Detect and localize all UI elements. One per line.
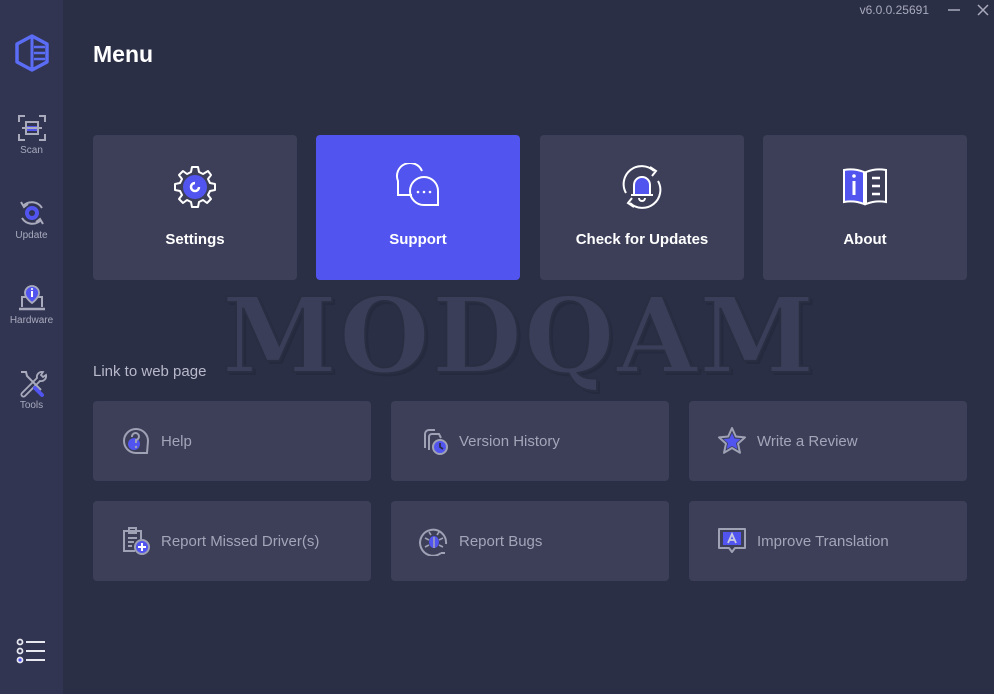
section-title: Link to web page [93,363,207,380]
card-label: Support [389,231,447,248]
minimize-icon [948,9,960,11]
app-logo-icon [15,34,49,72]
page-title: Menu [93,41,154,67]
version-history-link[interactable]: Version History [391,401,669,481]
sidebar-item-tools[interactable]: Tools [0,368,63,411]
link-label: Report Missed Driver(s) [161,532,320,550]
translation-icon [718,528,746,553]
hardware-icon [18,285,45,311]
settings-gear-icon [174,166,216,208]
sidebar-item-label: Update [15,230,48,241]
sidebar-item-label: Tools [19,400,44,411]
menu-list-icon[interactable] [16,638,46,664]
about-card[interactable]: About [763,135,967,280]
bug-icon [419,528,448,556]
help-link[interactable]: Help [93,401,371,481]
help-question-icon [123,428,150,454]
book-info-icon [843,168,887,206]
link-label: Version History [459,432,560,450]
improve-translation-link[interactable]: Improve Translation [689,501,967,581]
version-label: v6.0.0.25691 [859,3,929,17]
check-updates-card[interactable]: Check for Updates [540,135,744,280]
bell-refresh-icon [622,165,662,209]
sidebar-item-scan[interactable]: Scan [0,113,63,156]
link-label: Improve Translation [757,532,889,550]
sidebar-item-label: Hardware [9,315,54,326]
watermark: MODQAM [221,274,817,397]
tools-icon [20,371,47,398]
sidebar: Scan Update Hardware Tools [0,0,63,694]
version-history-icon [424,429,448,455]
support-card[interactable]: Support [316,135,520,280]
link-label: Report Bugs [459,532,543,550]
card-label: Settings [165,231,225,248]
sidebar-item-update[interactable]: Update [0,198,63,241]
close-button[interactable] [970,0,994,20]
settings-card[interactable]: Settings [93,135,297,280]
link-label: Write a Review [757,432,858,450]
clipboard-plus-icon [123,527,150,555]
report-missed-drivers-link[interactable]: Report Missed Driver(s) [93,501,371,581]
report-bugs-link[interactable]: Report Bugs [391,501,669,581]
support-chat-icon [396,163,439,206]
update-icon [19,201,44,225]
close-icon [977,4,989,16]
sidebar-item-hardware[interactable]: Hardware [0,283,63,326]
scan-icon [17,115,46,141]
card-label: Check for Updates [575,231,709,248]
link-label: Help [161,432,192,450]
write-review-link[interactable]: Write a Review [689,401,967,481]
sidebar-item-label: Scan [20,145,43,156]
minimize-button[interactable] [941,0,967,20]
star-icon [718,427,746,454]
card-label: About [843,231,887,248]
